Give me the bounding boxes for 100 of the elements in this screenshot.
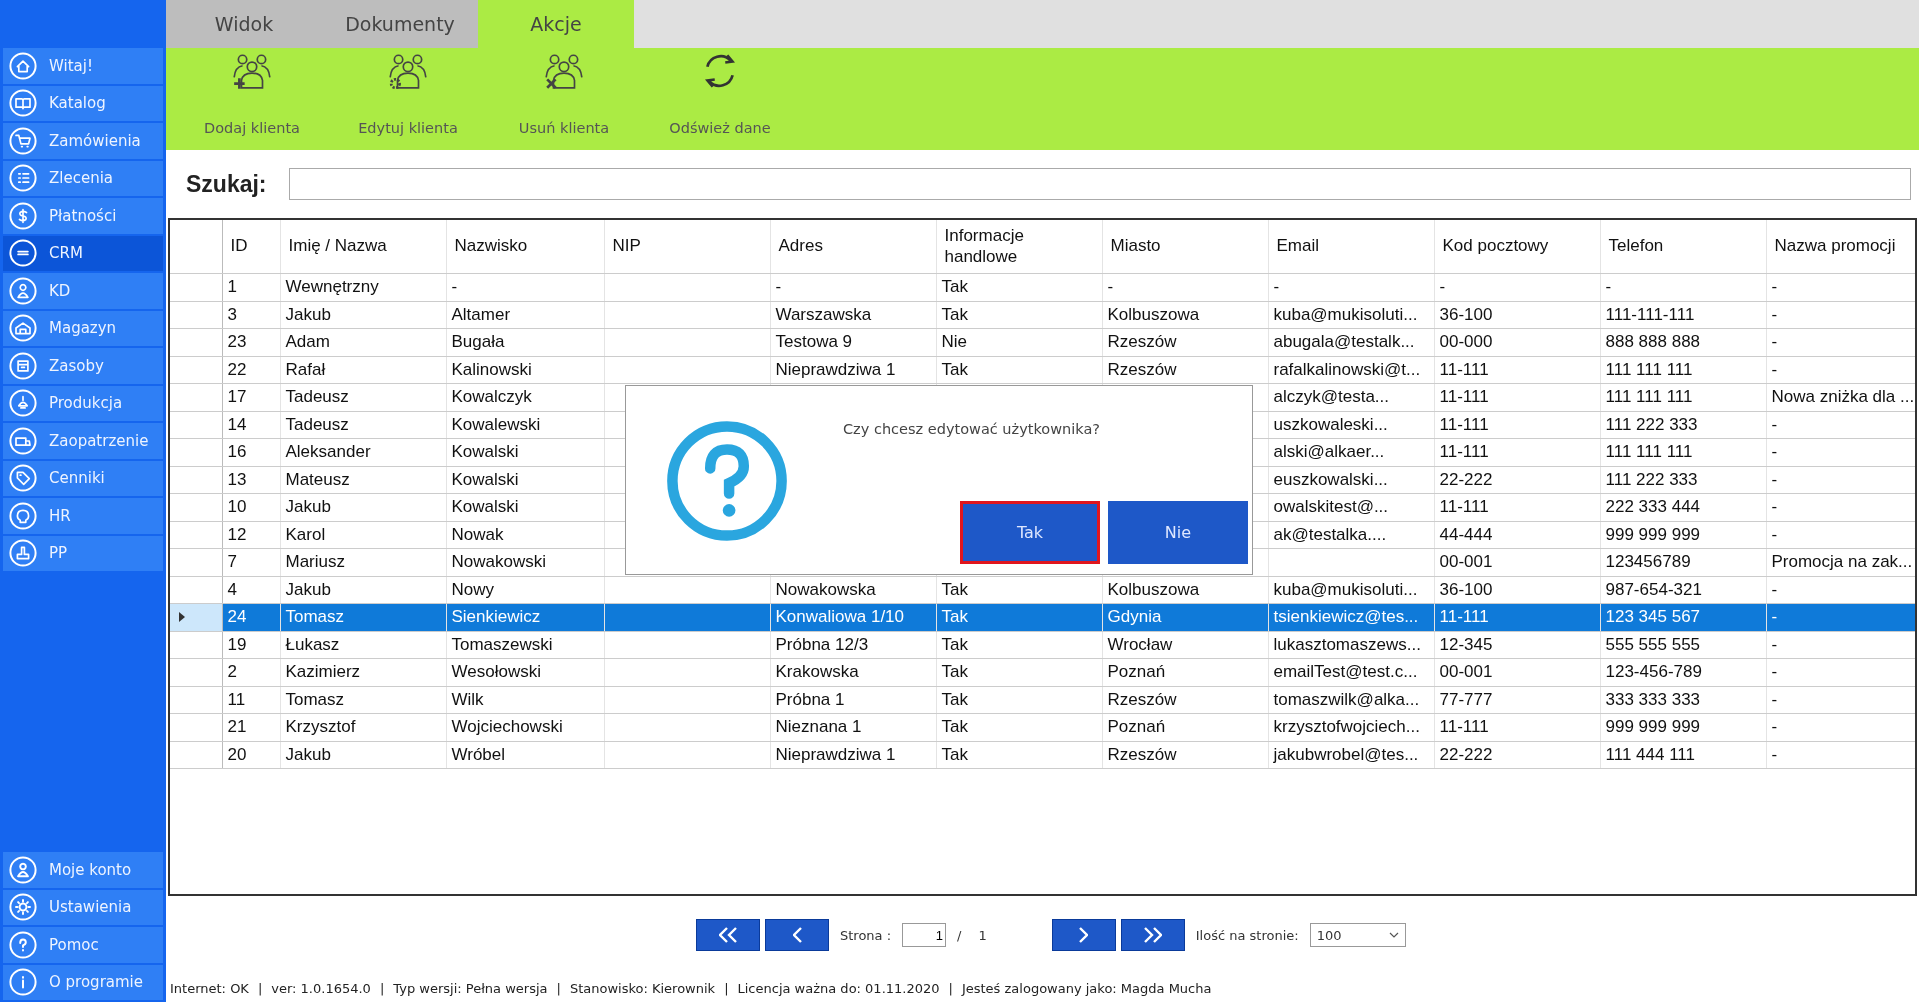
table-cell: alczyk@testa...: [1273, 387, 1389, 407]
table-cell: Tadeusz: [285, 414, 349, 434]
previous-page-button[interactable]: [765, 919, 829, 951]
table-cell: 44-444: [1439, 524, 1493, 544]
sidebar-item[interactable]: Katalog: [3, 85, 163, 121]
table-cell: 888 888 888: [1605, 332, 1701, 352]
page-separator: /: [957, 927, 962, 943]
column-header[interactable]: Email: [1268, 220, 1434, 274]
table-cell: 111 444 111: [1605, 744, 1695, 764]
sidebar-item[interactable]: Moje konto: [3, 852, 163, 888]
table-row[interactable]: 2 Kazimierz Wesołowski Krakowska Tak Poznań emailTest@test.c... 00-001 123-456-789 -: [170, 658, 1915, 686]
table-cell: 11-111: [1439, 359, 1489, 379]
table-row[interactable]: 1 Wewnętrzny - - Tak - - - - -: [170, 273, 1915, 301]
column-header[interactable]: Imię / Nazwa: [280, 220, 446, 274]
table-cell: Tak: [941, 579, 968, 599]
table-row[interactable]: 21 Krzysztof Wojciechowski Nieznana 1 Tak Poznań krzysztofwojciech... 11-111 999 999 999 -: [170, 713, 1915, 741]
sidebar-item[interactable]: Produkcja: [3, 385, 163, 421]
table-cell: Tak: [941, 662, 968, 682]
column-header[interactable]: Kod pocztowy: [1434, 220, 1600, 274]
table-cell: Próbna 12/3: [775, 634, 869, 654]
toolbar-button[interactable]: Dodaj klienta: [174, 48, 330, 150]
toolbar-button[interactable]: Odśwież dane: [642, 48, 798, 150]
table-cell: Kalinowski: [451, 359, 532, 379]
column-header[interactable]: Miasto: [1102, 220, 1268, 274]
ribbon-tab[interactable]: Widok: [166, 0, 322, 48]
column-header[interactable]: Telefon: [1600, 220, 1766, 274]
table-cell: lukasztomaszews...: [1273, 634, 1421, 654]
column-header[interactable]: Informacje handlowe: [936, 220, 1102, 274]
table-cell: 11-111: [1439, 717, 1489, 737]
people-gear-icon: [387, 52, 429, 90]
table-cell: Nowa zniżka dla ...: [1771, 387, 1915, 407]
person-icon: [9, 855, 37, 884]
table-cell: 77-777: [1439, 689, 1493, 709]
table-cell: Kowalski: [451, 497, 519, 517]
sidebar-item[interactable]: O programie: [3, 964, 163, 1000]
table-cell: 123-456-789: [1605, 662, 1702, 682]
column-header[interactable]: Nazwa promocji: [1766, 220, 1915, 274]
next-page-button[interactable]: [1051, 919, 1116, 951]
table-cell: tsienkiewicz@tes...: [1273, 607, 1419, 627]
table-row[interactable]: 19 Łukasz Tomaszewski Próbna 12/3 Tak Wrocław lukasztomaszews... 12-345 555 555 555 -: [170, 631, 1915, 659]
table-row[interactable]: 11 Tomasz Wilk Próbna 1 Tak Rzeszów tomaszwilk@alka... 77-777 333 333 333 -: [170, 686, 1915, 714]
page-field[interactable]: 1: [902, 923, 947, 947]
table-cell: -: [1605, 277, 1612, 297]
table-cell: -: [1771, 607, 1778, 627]
sidebar-item[interactable]: PP: [3, 535, 163, 571]
search-field[interactable]: [288, 168, 1911, 200]
table-row[interactable]: 4 Jakub Nowy Nowakowska Tak Kolbuszowa kuba@mukisoluti... 36-100 987-654-321 -: [170, 576, 1915, 604]
table-cell: Jakub: [285, 579, 331, 599]
table-cell: Tomasz: [285, 689, 345, 709]
table-cell: -: [1771, 277, 1778, 297]
sidebar-item[interactable]: Cenniki: [3, 460, 163, 496]
sidebar-item[interactable]: Magazyn: [3, 310, 163, 346]
ribbon-tab[interactable]: Dokumenty: [322, 0, 478, 48]
column-header[interactable]: Nazwisko: [446, 220, 604, 274]
dialog-button[interactable]: Tak: [960, 501, 1100, 564]
column-header[interactable]: ID: [222, 220, 280, 274]
table-cell: -: [1771, 634, 1778, 654]
table-row[interactable]: 20 Jakub Wróbel Nieprawdziwa 1 Tak Rzeszów jakubwrobel@tes... 22-222 111 444 111 -: [170, 741, 1915, 769]
first-page-button[interactable]: [696, 919, 760, 951]
table-cell: Testowa 9: [775, 332, 853, 352]
table-cell: -: [1771, 524, 1778, 544]
people-plus-icon: [231, 52, 273, 90]
sidebar-item[interactable]: CRM: [3, 235, 163, 271]
table-cell: Poznań: [1107, 662, 1166, 682]
sidebar-item[interactable]: Ustawienia: [3, 889, 163, 925]
table-cell: 13: [227, 469, 247, 489]
column-header[interactable]: Adres: [770, 220, 936, 274]
sidebar-item[interactable]: Witaj!: [3, 48, 163, 84]
sidebar-item[interactable]: Zlecenia: [3, 160, 163, 196]
status-text: Jesteś zalogowany jako: Magda Mucha: [961, 980, 1212, 996]
table-cell: rafalkalinowski@t...: [1273, 359, 1421, 379]
ribbon-tab[interactable]: Akcje: [478, 0, 634, 48]
status-text: Typ wersji: Pełna wersja: [393, 980, 548, 996]
table-row[interactable]: 23 Adam Bugała Testowa 9 Nie Rzeszów abugala@testalk... 00-000 888 888 888 -: [170, 328, 1915, 356]
table-cell: -: [1771, 359, 1778, 379]
table-cell: 24: [227, 607, 247, 627]
dialog-button[interactable]: Nie: [1108, 501, 1248, 564]
sidebar-item[interactable]: Zaopatrzenie: [3, 423, 163, 459]
table-cell: Nowakowska: [775, 579, 876, 599]
table-cell: Tak: [941, 744, 968, 764]
double-chevron-right-icon: [1143, 927, 1162, 943]
table-row[interactable]: 24 Tomasz Sienkiewicz Konwaliowa 1/10 Tak Gdynia tsienkiewicz@tes... 11-111 123 345 567 -: [170, 603, 1915, 631]
table-cell: Kolbuszowa: [1107, 579, 1200, 599]
table-row[interactable]: 22 Rafał Kalinowski Nieprawdziwa 1 Tak Rzeszów rafalkalinowski@t... 11-111 111 111 111 -: [170, 356, 1915, 384]
table-cell: 11-111: [1439, 442, 1489, 462]
table-cell: 22-222: [1439, 744, 1493, 764]
warehouse-icon: [9, 314, 37, 343]
dollar-icon: [9, 201, 37, 230]
sidebar-item[interactable]: KD: [3, 273, 163, 309]
table-cell: -: [1771, 689, 1778, 709]
table-row[interactable]: 3 Jakub Altamer Warszawska Tak Kolbuszowa kuba@mukisoluti... 36-100 111-111-111 -: [170, 301, 1915, 329]
last-page-button[interactable]: [1120, 919, 1185, 951]
per-page-dropdown[interactable]: 100: [1309, 923, 1406, 947]
toolbar-button[interactable]: Usuń klienta: [486, 48, 642, 150]
table-cell: 11: [227, 689, 246, 709]
column-header[interactable]: NIP: [604, 220, 770, 274]
sidebar-item[interactable]: Pomoc: [3, 927, 163, 963]
toolbar-button[interactable]: Edytuj klienta: [330, 48, 486, 150]
sidebar-item[interactable]: Zasoby: [3, 348, 163, 384]
table-cell: Tak: [941, 304, 968, 324]
